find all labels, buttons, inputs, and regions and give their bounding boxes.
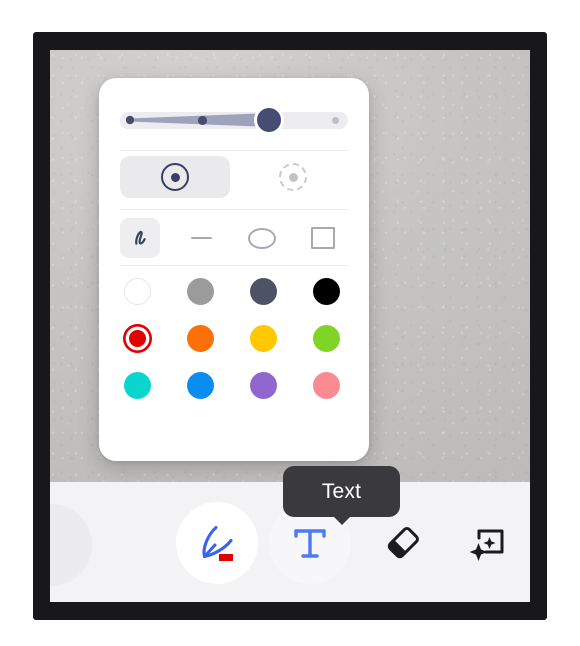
markup-options-panel: [99, 78, 369, 461]
eraser-icon: [387, 527, 419, 559]
color-row: [120, 368, 350, 415]
magic-frame-sparkle-icon: [469, 529, 504, 561]
fill-style-row: [120, 156, 348, 198]
swatch-dot: [186, 324, 214, 352]
shape-option-line[interactable]: [181, 218, 221, 258]
color-swatch-white[interactable]: [120, 274, 154, 308]
color-swatch-orange[interactable]: [183, 321, 217, 355]
swatch-dot: [123, 371, 151, 399]
slider-tick-dot-end: [332, 117, 339, 124]
color-swatch-yellow[interactable]: [246, 321, 280, 355]
photo-canvas[interactable]: Text: [50, 50, 530, 602]
shape-option-rectangle[interactable]: [303, 218, 343, 258]
panel-divider-1: [120, 150, 348, 151]
solid-ring-icon: [161, 163, 189, 191]
swatch-dot: [312, 371, 340, 399]
panel-divider-2: [120, 209, 348, 210]
color-swatch-gray[interactable]: [183, 274, 217, 308]
rectangle-icon: [311, 227, 335, 249]
toolbar-tool-markup[interactable]: [176, 502, 258, 584]
swatch-dot: [249, 324, 277, 352]
swatch-dot: [186, 371, 214, 399]
slider-thumb[interactable]: [257, 108, 281, 132]
color-swatch-black[interactable]: [309, 274, 343, 308]
color-swatch-cyan[interactable]: [120, 368, 154, 402]
shape-tool-row: [120, 218, 348, 258]
color-swatch-blue[interactable]: [183, 368, 217, 402]
shape-option-freehand[interactable]: [120, 218, 160, 258]
pen-squiggle-icon: [202, 525, 233, 561]
slider-tick-dot-1: [126, 116, 134, 124]
device-frame: Text: [33, 32, 547, 620]
text-t-icon: [294, 529, 326, 558]
swatch-dot: [249, 277, 277, 305]
swatch-dot: [249, 371, 277, 399]
shape-option-ellipse[interactable]: [242, 218, 282, 258]
tooltip-label: Text: [321, 479, 362, 503]
toolbar-tool-clipped[interactable]: [50, 504, 92, 586]
style-option-solid[interactable]: [120, 156, 230, 198]
swatch-dot: [128, 329, 146, 347]
color-swatch-grid: [120, 274, 350, 415]
swatch-dot: [186, 277, 214, 305]
line-icon: [190, 237, 212, 239]
ellipse-icon: [248, 227, 276, 249]
toolbar-tool-magic-eraser[interactable]: [448, 502, 530, 584]
color-row: [120, 274, 350, 321]
color-swatch-purple[interactable]: [246, 368, 280, 402]
color-swatch-pink[interactable]: [309, 368, 343, 402]
swatch-dot: [312, 324, 340, 352]
color-row: [120, 321, 350, 368]
color-swatch-slate[interactable]: [246, 274, 280, 308]
panel-divider-3: [120, 265, 348, 266]
color-swatch-red[interactable]: [120, 321, 154, 355]
color-swatch-green[interactable]: [309, 321, 343, 355]
dashed-ring-icon: [279, 163, 307, 191]
squiggle-icon: [135, 230, 146, 245]
swatch-dot: [312, 277, 340, 305]
slider-tick-dot-2: [198, 116, 207, 125]
stroke-thickness-slider[interactable]: [120, 108, 348, 132]
tooltip-text-tool: Text: [283, 466, 400, 517]
slider-fill-wedge: [120, 108, 274, 132]
style-option-dashed[interactable]: [238, 156, 348, 198]
swatch-dot: [123, 277, 151, 305]
